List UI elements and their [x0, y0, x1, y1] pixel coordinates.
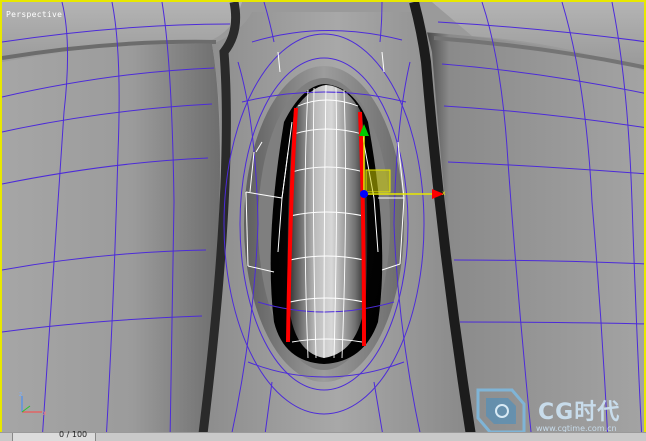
scene-canvas[interactable]: x	[2, 2, 646, 440]
watermark-brand: CG时代	[538, 400, 621, 425]
axis-x-label: x	[43, 410, 47, 417]
pivot-point[interactable]	[360, 190, 368, 198]
perspective-viewport[interactable]: x Perspective z x CG时代 www.cgtime.com.cn	[0, 0, 646, 440]
cg-logo-icon	[476, 388, 526, 434]
viewport-label[interactable]: Perspective	[6, 10, 62, 19]
x-axis-label: x	[442, 190, 446, 197]
xy-plane-handle[interactable]	[365, 169, 391, 193]
frame-counter: 0 / 100	[59, 430, 88, 439]
axis-z-label: z	[19, 391, 22, 398]
axis-tripod-icon: z x	[14, 388, 50, 420]
watermark: CG时代 www.cgtime.com.cn	[472, 382, 644, 438]
